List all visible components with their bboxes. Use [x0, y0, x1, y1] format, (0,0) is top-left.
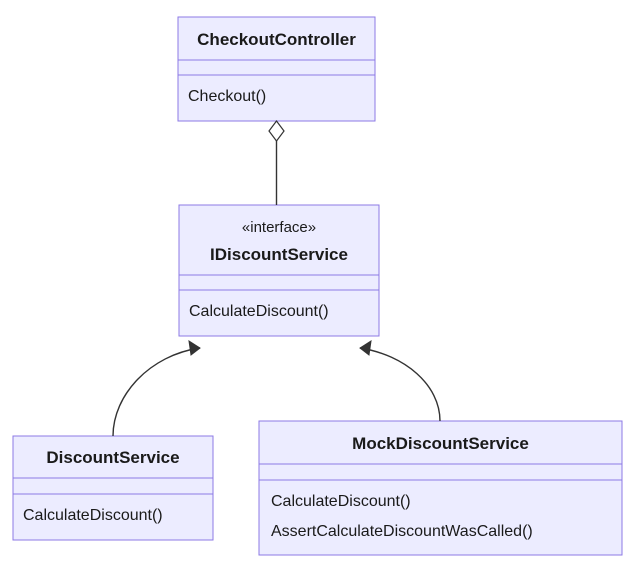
- class-idiscount-service: «interface» IDiscountService CalculateDi…: [179, 205, 379, 336]
- uml-class-diagram: CheckoutController Checkout() «interface…: [0, 0, 640, 584]
- member-calculate-discount-mock: CalculateDiscount(): [271, 493, 411, 510]
- realization-arrowhead-icon: [189, 341, 200, 355]
- aggregation-diamond-icon: [269, 121, 284, 141]
- member-assert-was-called: AssertCalculateDiscountWasCalled(): [271, 523, 533, 540]
- stereotype-interface: «interface»: [242, 219, 316, 236]
- class-name-idiscount-service: IDiscountService: [210, 245, 348, 264]
- class-checkout-controller: CheckoutController Checkout(): [178, 17, 375, 121]
- class-name-discount-service: DiscountService: [46, 448, 179, 467]
- connector-aggregation: [269, 121, 284, 205]
- class-name-mock-discount-service: MockDiscountService: [352, 434, 529, 453]
- class-mock-discount-service: MockDiscountService CalculateDiscount() …: [259, 421, 622, 555]
- class-name-checkout-controller: CheckoutController: [197, 30, 356, 49]
- realization-arrowhead-icon: [360, 341, 371, 355]
- class-discount-service: DiscountService CalculateDiscount(): [13, 436, 213, 540]
- member-calculate-discount-real: CalculateDiscount(): [23, 507, 163, 524]
- connector-realization-discount: [113, 341, 200, 436]
- member-calculate-discount-iface: CalculateDiscount(): [189, 303, 329, 320]
- member-checkout: Checkout(): [188, 88, 266, 105]
- connector-realization-mock: [360, 341, 440, 421]
